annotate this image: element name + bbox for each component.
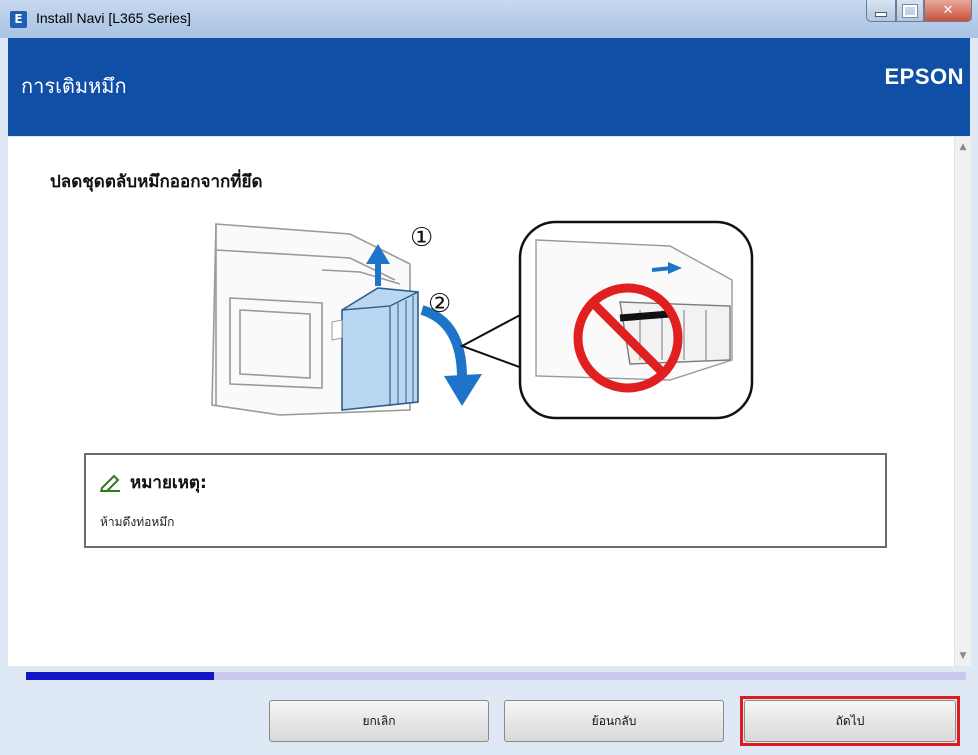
note-header: หมายเหตุ: xyxy=(100,469,207,496)
cancel-button[interactable]: ยกเลิก xyxy=(269,700,489,742)
title-bar[interactable]: E Install Navi [L365 Series] ✕ xyxy=(0,0,978,38)
installer-window: E Install Navi [L365 Series] ✕ การเติมหม… xyxy=(0,0,978,755)
progress-fill xyxy=(26,672,214,680)
next-button-highlight xyxy=(740,696,960,746)
vertical-scrollbar[interactable]: ▲ ▼ xyxy=(954,137,971,666)
minimize-icon xyxy=(875,12,887,17)
window-controls: ✕ xyxy=(866,0,972,22)
note-title: หมายเหตุ: xyxy=(130,473,207,493)
back-button[interactable]: ย้อนกลับ xyxy=(504,700,724,742)
tube-warning-callout xyxy=(518,220,754,420)
note-box: หมายเหตุ: ห้ามดึงท่อหมึก xyxy=(84,453,887,548)
maximize-button[interactable] xyxy=(896,0,924,22)
progress-bar xyxy=(26,672,966,680)
maximize-icon xyxy=(902,3,918,18)
scroll-down-icon[interactable]: ▼ xyxy=(955,648,971,664)
callout-pointer xyxy=(459,312,523,370)
instruction-heading: ปลดชุดตลับหมึกออกจากที่ยึด xyxy=(50,172,263,192)
pencil-icon xyxy=(100,474,120,492)
pull-out-arrow-icon xyxy=(420,305,482,406)
step-1-label: ① xyxy=(410,223,433,253)
epson-logo: EPSON xyxy=(884,64,964,89)
app-icon: E xyxy=(10,11,27,28)
page-section-title: การเติมหมึก xyxy=(21,74,127,98)
note-text: ห้ามดึงท่อหมึก xyxy=(100,515,175,529)
header-banner: การเติมหมึก EPSON xyxy=(8,38,970,136)
minimize-button[interactable] xyxy=(866,0,896,22)
window-title: Install Navi [L365 Series] xyxy=(36,10,191,26)
content-left-margin xyxy=(8,137,24,666)
close-button[interactable]: ✕ xyxy=(924,0,972,22)
step-2-label: ② xyxy=(428,289,451,319)
close-icon: ✕ xyxy=(942,3,954,18)
scroll-up-icon[interactable]: ▲ xyxy=(955,139,971,155)
ink-tank-illustration: ① ② xyxy=(211,220,754,420)
